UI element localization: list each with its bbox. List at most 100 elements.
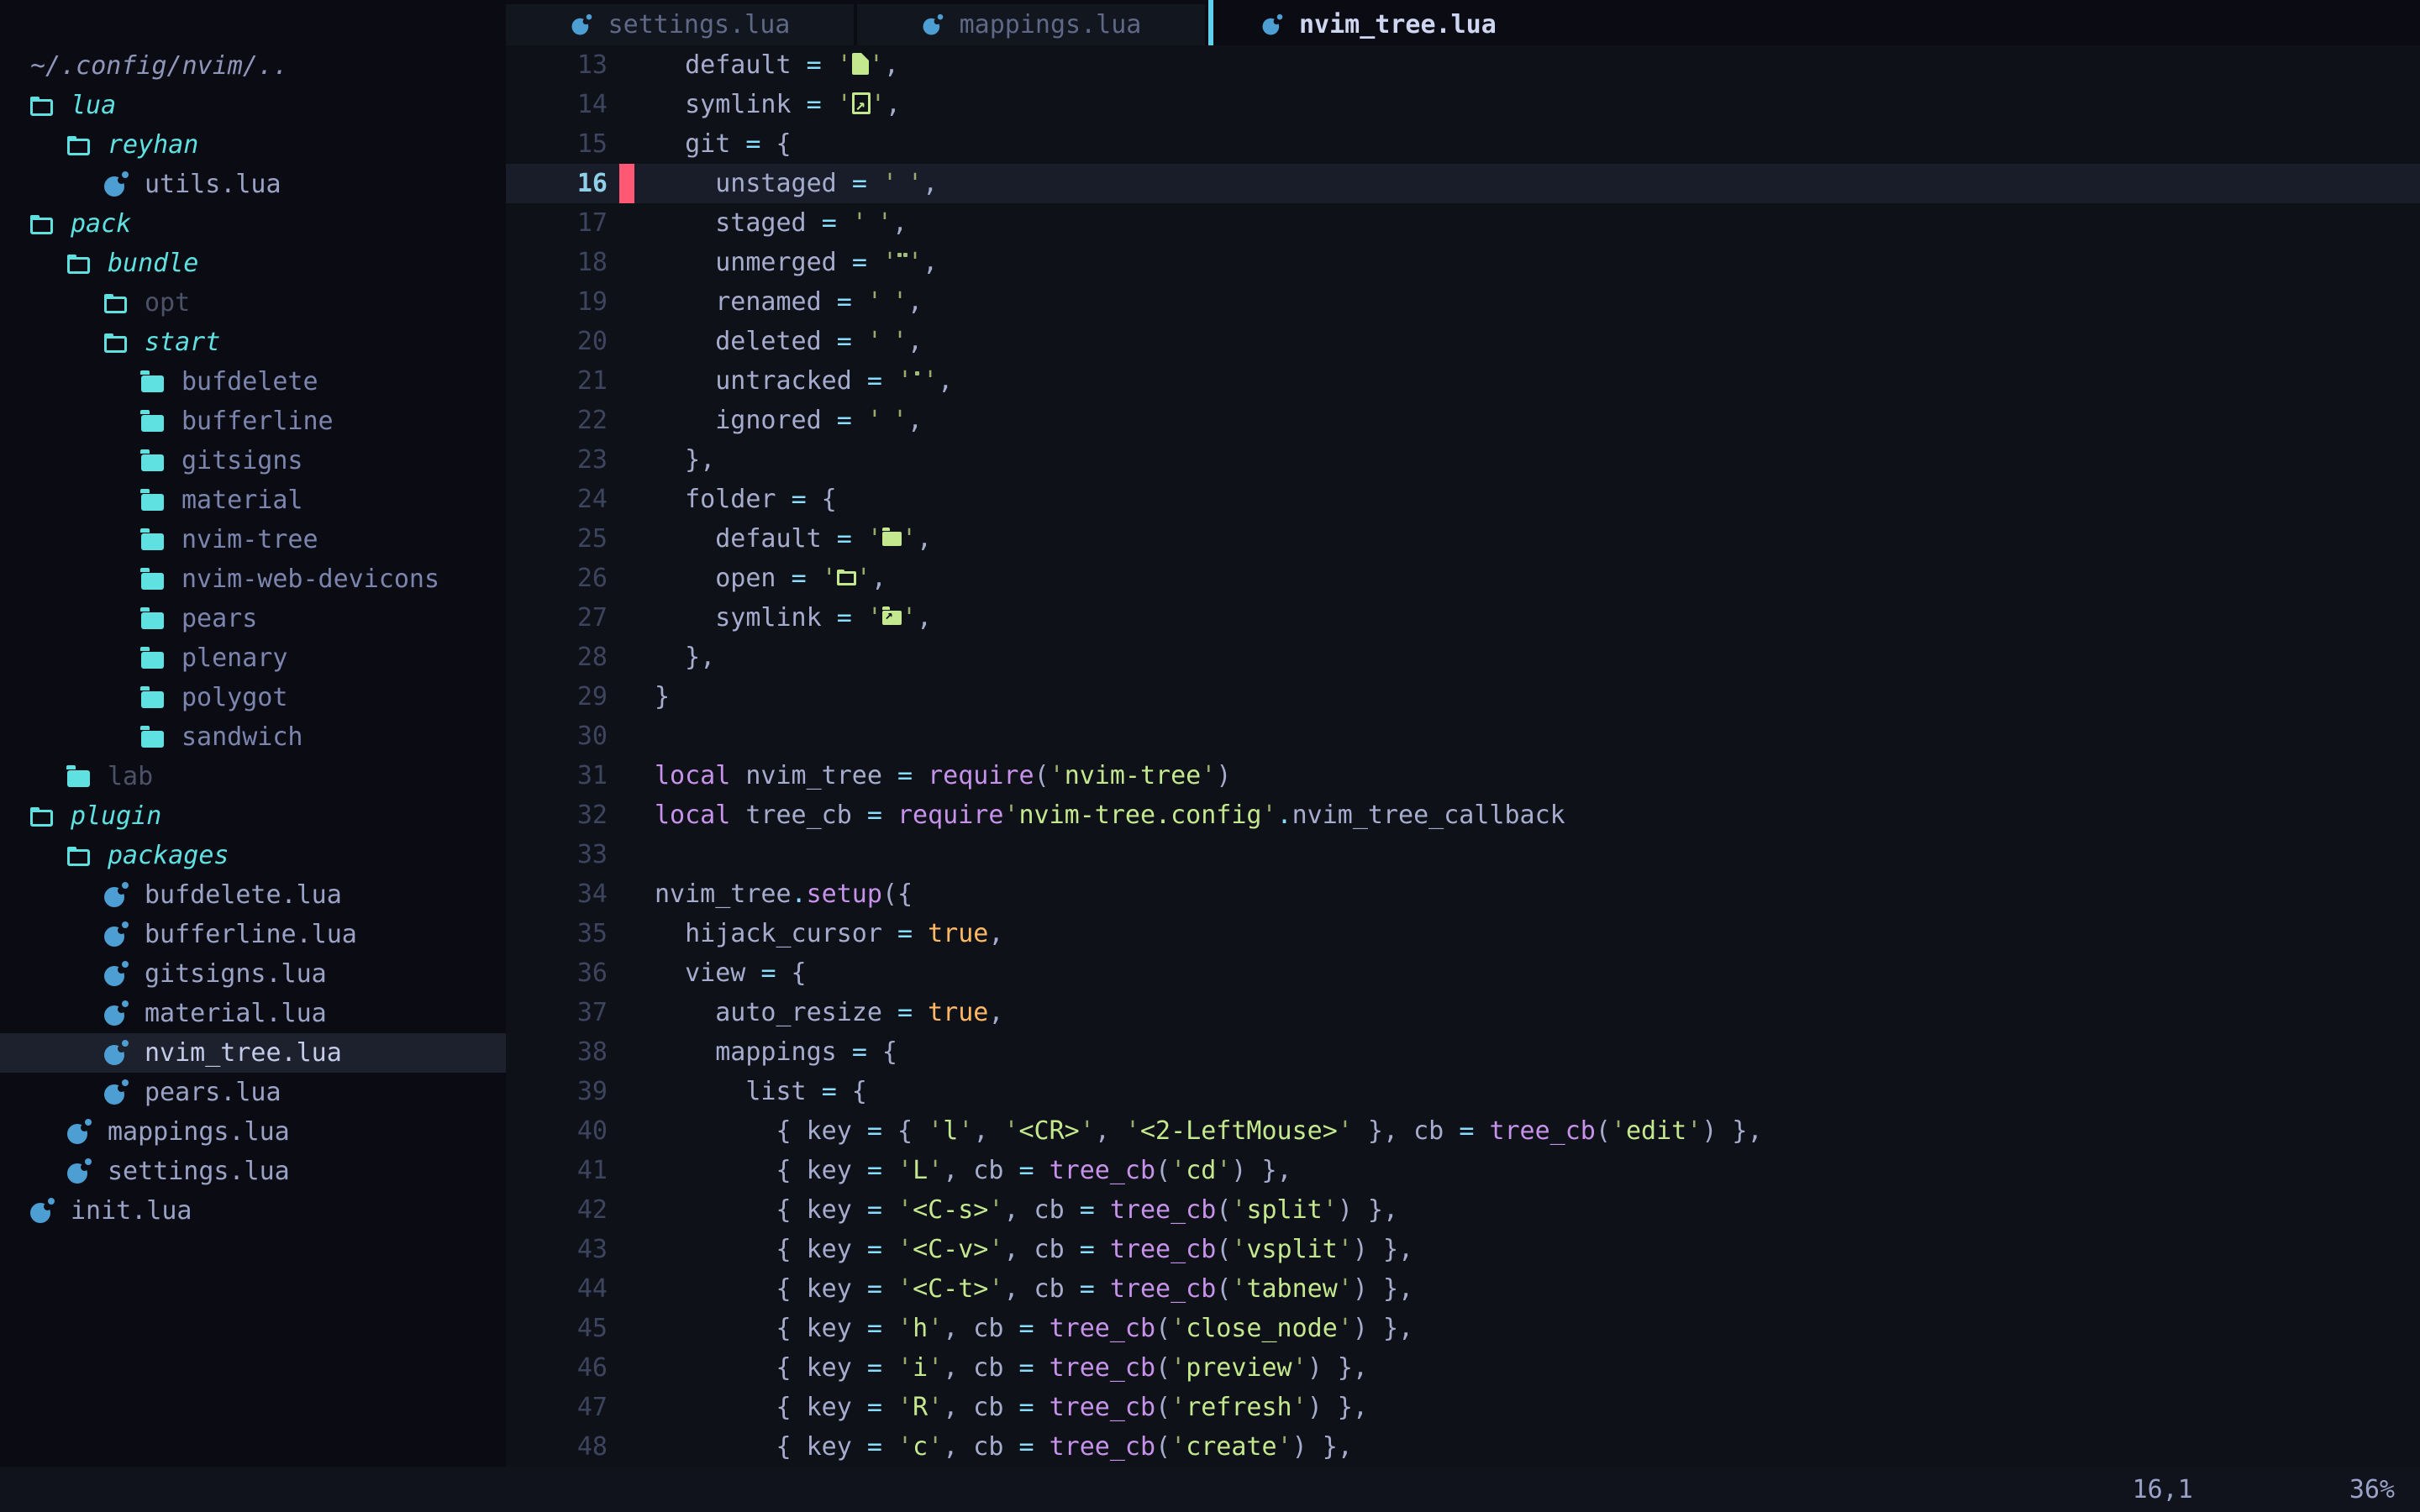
tree-item-nvim-tree[interactable]: nvim-tree bbox=[0, 520, 506, 559]
tree-item-packages[interactable]: packages bbox=[0, 836, 506, 875]
tree-item-label: pears.lua bbox=[145, 1078, 281, 1107]
code-line-31[interactable]: 31local nvim_tree = require('nvim-tree') bbox=[506, 756, 2420, 795]
code-text: symlink = '↗', bbox=[655, 598, 2420, 638]
code-line-22[interactable]: 22 ignored = '', bbox=[506, 401, 2420, 440]
folder-icon bbox=[67, 770, 90, 787]
line-number: 24 bbox=[506, 480, 608, 519]
code-line-27[interactable]: 27 symlink = '↗', bbox=[506, 598, 2420, 638]
code-line-37[interactable]: 37 auto_resize = true, bbox=[506, 993, 2420, 1032]
tree-item-lua[interactable]: lua bbox=[0, 86, 506, 125]
tree-item-nvim-tree-lua[interactable]: nvim_tree.lua bbox=[0, 1033, 506, 1073]
tab-mappings-lua[interactable]: mappings.lua bbox=[857, 4, 1205, 45]
scroll-percent: 36% bbox=[2349, 1475, 2395, 1504]
tree-item-polygot[interactable]: polygot bbox=[0, 678, 506, 717]
code-line-16[interactable]: 16 unstaged = '', bbox=[506, 164, 2420, 203]
tree-item-gitsigns-lua[interactable]: gitsigns.lua bbox=[0, 954, 506, 994]
tree-item-label: bufferline bbox=[182, 407, 334, 436]
tree-item-settings-lua[interactable]: settings.lua bbox=[0, 1152, 506, 1191]
code-line-42[interactable]: 42 { key = '<C-s>', cb = tree_cb('split'… bbox=[506, 1190, 2420, 1230]
tab-nvim-tree-lua[interactable]: nvim_tree.lua bbox=[1213, 4, 1597, 45]
line-number: 20 bbox=[506, 322, 608, 361]
tree-item-lab[interactable]: lab bbox=[0, 757, 506, 796]
tree-item-plugin[interactable]: plugin bbox=[0, 796, 506, 836]
code-line-35[interactable]: 35 hijack_cursor = true, bbox=[506, 914, 2420, 953]
code-line-28[interactable]: 28 }, bbox=[506, 638, 2420, 677]
folder-icon bbox=[141, 533, 164, 550]
code-line-33[interactable]: 33 bbox=[506, 835, 2420, 874]
tree-item-label: packages bbox=[108, 841, 229, 870]
git-deleted-icon bbox=[882, 330, 892, 355]
tree-item-sandwich[interactable]: sandwich bbox=[0, 717, 506, 757]
tree-item-label: bundle bbox=[108, 249, 198, 278]
tree-item-reyhan[interactable]: reyhan bbox=[0, 125, 506, 165]
editor-buffer[interactable]: 13 default = '',14 symlink = '↗',15 git … bbox=[506, 45, 2420, 1467]
line-number: 28 bbox=[506, 638, 608, 677]
code-line-13[interactable]: 13 default = '', bbox=[506, 45, 2420, 85]
tree-item-bufferline-lua[interactable]: bufferline.lua bbox=[0, 915, 506, 954]
tree-item-pack[interactable]: pack bbox=[0, 204, 506, 244]
tree-item-nvim-web-devicons[interactable]: nvim-web-devicons bbox=[0, 559, 506, 599]
tree-item-init-lua[interactable]: init.lua bbox=[0, 1191, 506, 1231]
code-line-24[interactable]: 24 folder = { bbox=[506, 480, 2420, 519]
code-line-41[interactable]: 41 { key = 'L', cb = tree_cb('cd') }, bbox=[506, 1151, 2420, 1190]
code-line-43[interactable]: 43 { key = '<C-v>', cb = tree_cb('vsplit… bbox=[506, 1230, 2420, 1269]
code-text: { key = 'c', cb = tree_cb('create') }, bbox=[655, 1427, 2420, 1467]
code-line-30[interactable]: 30 bbox=[506, 717, 2420, 756]
folder-icon bbox=[141, 573, 164, 590]
line-number: 44 bbox=[506, 1269, 608, 1309]
code-line-23[interactable]: 23 }, bbox=[506, 440, 2420, 480]
code-line-29[interactable]: 29} bbox=[506, 677, 2420, 717]
folder-symlink-icon: ↗ bbox=[882, 611, 902, 625]
tree-item-plenary[interactable]: plenary bbox=[0, 638, 506, 678]
code-text: { key = '<C-t>', cb = tree_cb('tabnew') … bbox=[655, 1269, 2420, 1309]
tree-item-utils-lua[interactable]: utils.lua bbox=[0, 165, 506, 204]
tree-item-material[interactable]: material bbox=[0, 480, 506, 520]
code-line-17[interactable]: 17 staged = '', bbox=[506, 203, 2420, 243]
code-line-40[interactable]: 40 { key = { 'l', '<CR>', '<2-LeftMouse>… bbox=[506, 1111, 2420, 1151]
tree-item-bufdelete-lua[interactable]: bufdelete.lua bbox=[0, 875, 506, 915]
tree-item-pears[interactable]: pears bbox=[0, 599, 506, 638]
code-line-21[interactable]: 21 untracked = '', bbox=[506, 361, 2420, 401]
tree-item-opt[interactable]: opt bbox=[0, 283, 506, 323]
code-line-45[interactable]: 45 { key = 'h', cb = tree_cb('close_node… bbox=[506, 1309, 2420, 1348]
code-line-20[interactable]: 20 deleted = '', bbox=[506, 322, 2420, 361]
tree-item-bufferline[interactable]: bufferline bbox=[0, 402, 506, 441]
line-number: 25 bbox=[506, 519, 608, 559]
git-renamed-icon bbox=[882, 291, 892, 316]
nvim-window: settings.luamappings.luanvim_tree.lua ~/… bbox=[0, 0, 2420, 1512]
code-line-47[interactable]: 47 { key = 'R', cb = tree_cb('refresh') … bbox=[506, 1388, 2420, 1427]
code-line-38[interactable]: 38 mappings = { bbox=[506, 1032, 2420, 1072]
code-text: staged = '', bbox=[655, 203, 2420, 243]
line-number: 19 bbox=[506, 282, 608, 322]
code-line-18[interactable]: 18 unmerged = '', bbox=[506, 243, 2420, 282]
code-line-48[interactable]: 48 { key = 'c', cb = tree_cb('create') }… bbox=[506, 1427, 2420, 1467]
tree-item-pears-lua[interactable]: pears.lua bbox=[0, 1073, 506, 1112]
code-line-15[interactable]: 15 git = { bbox=[506, 124, 2420, 164]
line-number: 45 bbox=[506, 1309, 608, 1348]
code-line-44[interactable]: 44 { key = '<C-t>', cb = tree_cb('tabnew… bbox=[506, 1269, 2420, 1309]
lua-icon bbox=[923, 15, 942, 34]
lua-icon bbox=[30, 1200, 54, 1223]
tree-item-mappings-lua[interactable]: mappings.lua bbox=[0, 1112, 506, 1152]
code-line-46[interactable]: 46 { key = 'i', cb = tree_cb('preview') … bbox=[506, 1348, 2420, 1388]
tree-item-bufdelete[interactable]: bufdelete bbox=[0, 362, 506, 402]
git-unstaged-icon bbox=[897, 172, 908, 197]
code-line-25[interactable]: 25 default = '', bbox=[506, 519, 2420, 559]
tree-item-start[interactable]: start bbox=[0, 323, 506, 362]
tree-item-material-lua[interactable]: material.lua bbox=[0, 994, 506, 1033]
lua-icon bbox=[104, 1002, 128, 1026]
tab-settings-lua[interactable]: settings.lua bbox=[506, 4, 854, 45]
code-line-14[interactable]: 14 symlink = '↗', bbox=[506, 85, 2420, 124]
tree-item-gitsigns[interactable]: gitsigns bbox=[0, 441, 506, 480]
file-tree-sidebar[interactable]: ~/.config/nvim/..luareyhanutils.luapack b… bbox=[0, 45, 506, 1467]
code-line-39[interactable]: 39 list = { bbox=[506, 1072, 2420, 1111]
code-line-34[interactable]: 34nvim_tree.setup({ bbox=[506, 874, 2420, 914]
tree-root-path[interactable]: ~/.config/nvim/.. bbox=[0, 46, 506, 86]
code-line-36[interactable]: 36 view = { bbox=[506, 953, 2420, 993]
tree-item-bundle[interactable]: bundle bbox=[0, 244, 506, 283]
folder-open-icon bbox=[104, 297, 127, 313]
code-line-19[interactable]: 19 renamed = '', bbox=[506, 282, 2420, 322]
code-line-32[interactable]: 32local tree_cb = require'nvim-tree.conf… bbox=[506, 795, 2420, 835]
folder-open-icon bbox=[67, 849, 90, 866]
code-line-26[interactable]: 26 open = '', bbox=[506, 559, 2420, 598]
